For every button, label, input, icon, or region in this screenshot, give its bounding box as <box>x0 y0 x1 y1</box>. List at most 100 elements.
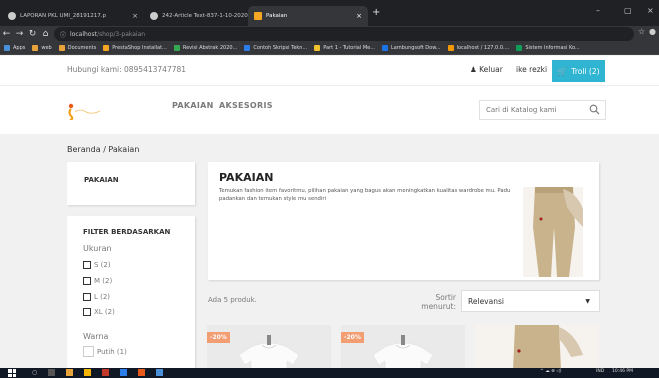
globe-icon <box>150 12 158 20</box>
sort-select[interactable]: Relevansi ▼ <box>461 290 600 312</box>
category-title: PAKAIAN <box>219 171 274 184</box>
maximize-icon[interactable]: ▢ <box>624 6 632 15</box>
filter-size-s[interactable]: S (2) <box>83 261 111 269</box>
checkbox[interactable] <box>83 293 91 301</box>
facet-color-title: Warna <box>83 332 109 341</box>
color-swatch[interactable] <box>83 346 94 357</box>
browser-tab-active[interactable]: Pakaian × <box>248 6 368 26</box>
bookmarks-bar: Apps web Documents PrestaShop Installat.… <box>0 42 659 55</box>
logout-link[interactable]: ♟ Keluar <box>470 65 503 74</box>
address-bar[interactable]: ⓘ localhost /shop/3-pakaian <box>54 27 634 41</box>
bookmark-item[interactable]: Sistem Informasi Ko... <box>516 45 580 51</box>
bookmark-item[interactable]: Documents <box>58 45 96 51</box>
apps-icon <box>4 45 10 51</box>
close-window-icon[interactable]: × <box>647 6 654 15</box>
shop-header: PAKAIAN AKSESORIS <box>0 86 659 134</box>
cart-button[interactable]: 🛒 Troli (2) <box>552 60 605 82</box>
nav-aksesoris[interactable]: AKSESORIS <box>219 101 273 110</box>
filter-size-xl[interactable]: XL (2) <box>83 308 115 316</box>
product-image <box>475 325 599 370</box>
filter-size-l[interactable]: L (2) <box>83 293 110 301</box>
filter-size-m[interactable]: M (2) <box>83 277 112 285</box>
os-taskbar: ○ ^ ☁ ⊕ ◁) IND 10:46 PM <box>0 368 659 378</box>
facet-size-title: Ukuran <box>83 244 112 253</box>
user-icon: ♟ <box>470 65 477 74</box>
bookmark-item[interactable]: web <box>32 45 52 51</box>
tab-title: Pakaian <box>266 13 288 19</box>
new-tab-button[interactable]: + <box>372 7 380 18</box>
contact-info: Hubungi kami: 0895413747781 <box>67 65 187 74</box>
filter-color-white[interactable]: Putih (1) <box>83 346 127 357</box>
folder-icon <box>58 45 65 51</box>
profile-icon[interactable]: ● <box>649 27 656 36</box>
task-view-icon[interactable] <box>48 369 55 376</box>
home-icon[interactable]: ⌂ <box>39 29 52 39</box>
discount-badge: -20% <box>341 332 364 343</box>
category-block: PAKAIAN <box>67 162 195 205</box>
doc-icon <box>244 45 251 51</box>
word-icon[interactable] <box>120 369 127 376</box>
url-path: /shop/3-pakaian <box>96 30 146 38</box>
close-icon[interactable]: × <box>126 12 138 20</box>
filter-title: FILTER BERDASARKAN <box>83 228 171 236</box>
sort-label: Sortir menurut: <box>421 293 456 311</box>
search-icon[interactable]: ○ <box>32 369 39 376</box>
category-link[interactable]: PAKAIAN <box>84 176 119 184</box>
bookmark-item[interactable]: Part 1 - Tutorial Me... <box>314 45 375 51</box>
breadcrumb[interactable]: Beranda / Pakaian <box>67 145 139 154</box>
minimize-icon[interactable]: – <box>596 6 600 15</box>
bookmark-star-icon[interactable]: ☆ <box>638 27 645 36</box>
app-icon[interactable] <box>138 369 145 376</box>
category-description: Temukan fashion item favoritmu, pilihan … <box>219 188 511 202</box>
filter-panel: FILTER BERDASARKAN Ukuran S (2) M (2) L … <box>67 216 195 368</box>
product-card[interactable]: -20% <box>207 325 331 370</box>
close-icon[interactable]: × <box>350 12 362 20</box>
tab-title: LAPORAN PKL UMI_28191217.p <box>20 13 106 19</box>
account-link[interactable]: ike rezki <box>516 65 547 74</box>
checkbox[interactable] <box>83 261 91 269</box>
cart-icon: 🛒 <box>557 66 568 76</box>
tab-title: 242-Article Text-837-1-10-2020 <box>162 13 248 19</box>
product-card[interactable]: -20% <box>341 325 465 370</box>
app-icon[interactable] <box>156 369 163 376</box>
product-count: Ada 5 produk. <box>208 296 257 304</box>
browser-tabstrip: LAPORAN PKL UMI_28191217.p × 242-Article… <box>0 0 659 26</box>
checkbox[interactable] <box>83 308 91 316</box>
folder-icon <box>32 45 39 51</box>
search-icon[interactable] <box>589 104 600 115</box>
download-icon <box>382 45 388 51</box>
bookmark-item[interactable]: Lambungsoft Dow... <box>382 45 441 51</box>
shop-logo[interactable] <box>66 102 106 120</box>
checkbox[interactable] <box>83 277 91 285</box>
bookmark-item[interactable]: Revisi Abstrak 2020... <box>173 45 237 51</box>
nav-pakaian[interactable]: PAKAIAN <box>172 101 214 110</box>
url-host: localhost <box>70 30 97 38</box>
chrome-icon[interactable] <box>84 369 91 376</box>
product-card[interactable] <box>475 325 599 370</box>
browser-tab[interactable]: 242-Article Text-837-1-10-2020 × <box>144 6 248 26</box>
bookmark-item[interactable]: localhost / 127.0.0.... <box>447 45 509 51</box>
chevron-down-icon: ▼ <box>585 298 590 305</box>
globe-icon <box>8 12 16 20</box>
category-image <box>523 187 583 277</box>
tray-clock[interactable]: 10:46 PM <box>612 369 633 374</box>
app-icon[interactable] <box>102 369 109 376</box>
prestashop-icon <box>254 12 262 20</box>
windows-start-icon[interactable] <box>8 369 16 377</box>
explorer-icon[interactable] <box>66 369 73 376</box>
bookmark-apps[interactable]: Apps <box>4 45 25 51</box>
browser-tab[interactable]: LAPORAN PKL UMI_28191217.p × <box>2 6 144 26</box>
forward-icon[interactable]: → <box>13 29 26 39</box>
tray-language[interactable]: IND <box>596 369 604 374</box>
prestashop-icon <box>103 45 110 51</box>
search-input[interactable] <box>486 106 586 114</box>
back-icon[interactable]: ← <box>0 29 13 39</box>
bookmark-item[interactable]: PrestaShop Installat... <box>103 45 167 51</box>
reload-icon[interactable]: ↻ <box>26 29 39 39</box>
tray-icons[interactable]: ^ ☁ ⊕ ◁) <box>540 369 562 374</box>
phpmyadmin-icon <box>447 45 454 51</box>
bookmark-item[interactable]: Contoh Skripsi Tekn... <box>244 45 307 51</box>
search-box <box>479 100 606 120</box>
info-icon: ⓘ <box>60 31 67 39</box>
category-header: PAKAIAN Temukan fashion item favoritmu, … <box>208 162 599 280</box>
